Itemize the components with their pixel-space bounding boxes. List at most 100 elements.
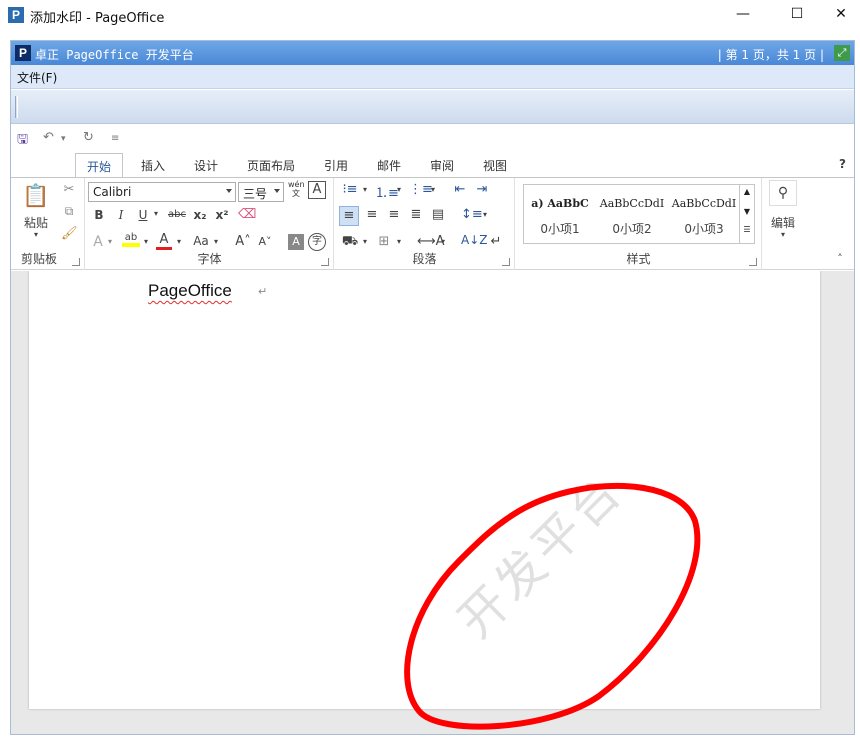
- copy-icon[interactable]: ⧉: [61, 204, 77, 219]
- close-button[interactable]: ✕: [818, 0, 860, 30]
- paragraph-launcher-icon[interactable]: [502, 258, 510, 266]
- highlight-dropdown-icon[interactable]: ▾: [142, 237, 150, 246]
- style-name: 0小项3: [684, 222, 724, 236]
- increase-indent-icon[interactable]: ⇥: [473, 182, 491, 197]
- style-item[interactable]: AaBbCcDdI 0小项3: [668, 185, 740, 243]
- numbering-dropdown-icon[interactable]: ▾: [395, 185, 403, 194]
- phonetic-guide-icon[interactable]: wén文: [288, 180, 305, 198]
- font-color-dropdown-icon[interactable]: ▾: [175, 237, 183, 246]
- pageoffice-frame: P 卓正 PageOffice 开发平台 | 第 1 页，共 1 页 | ⤢ 文…: [10, 40, 855, 735]
- borders-icon[interactable]: ⊞: [375, 234, 393, 249]
- scroll-down-icon[interactable]: ▼: [740, 207, 754, 216]
- document-text[interactable]: PageOffice: [148, 281, 232, 301]
- shading-icon[interactable]: ⛟: [341, 234, 359, 251]
- paste-icon[interactable]: 📋: [21, 184, 51, 210]
- undo-dropdown-icon[interactable]: ▾: [61, 134, 66, 144]
- char-border-icon[interactable]: A: [308, 181, 326, 199]
- highlight-icon[interactable]: ab: [122, 232, 140, 247]
- maximize-button[interactable]: ☐: [774, 0, 820, 30]
- tab-review[interactable]: 审阅: [430, 157, 454, 174]
- bullets-dropdown-icon[interactable]: ▾: [361, 185, 369, 194]
- tab-view[interactable]: 视图: [483, 157, 507, 174]
- enclose-char-icon[interactable]: 字: [308, 233, 326, 251]
- underline-icon[interactable]: U: [136, 208, 150, 222]
- char-spacing-icon[interactable]: ⟷A: [417, 234, 445, 249]
- align-center-icon[interactable]: ≡: [363, 207, 381, 222]
- styles-scrollbar[interactable]: ▲ ▼ ☰: [739, 185, 754, 243]
- change-case-icon[interactable]: Aa: [190, 234, 212, 248]
- italic-icon[interactable]: I: [114, 208, 128, 222]
- cut-icon[interactable]: ✂: [61, 182, 77, 197]
- change-case-dropdown-icon[interactable]: ▾: [212, 237, 220, 246]
- multilevel-dropdown-icon[interactable]: ▾: [429, 185, 437, 194]
- help-button[interactable]: ?: [839, 157, 846, 171]
- styles-gallery: a) AaBbC 0小项1 AaBbCcDdI 0小项2 AaBbCcDdI 0…: [523, 184, 755, 244]
- strikethrough-icon[interactable]: abc: [166, 209, 188, 220]
- font-name-select[interactable]: Calibri: [88, 182, 236, 202]
- align-left-icon[interactable]: ≡: [339, 206, 359, 226]
- superscript-icon[interactable]: x²: [214, 208, 230, 222]
- pageoffice-brand: 卓正 PageOffice 开发平台: [35, 48, 194, 62]
- document-area: PageOffice ↵ 开发平台: [11, 271, 854, 734]
- align-right-icon[interactable]: ≡: [385, 207, 403, 222]
- clear-formatting-icon[interactable]: ⌫: [238, 207, 256, 222]
- save-icon[interactable]: 🖫: [17, 130, 28, 152]
- tab-insert[interactable]: 插入: [141, 157, 165, 174]
- tab-page-layout[interactable]: 页面布局: [247, 157, 295, 174]
- minimize-button[interactable]: —: [720, 0, 766, 30]
- multilevel-list-icon[interactable]: ⋮≡: [409, 182, 433, 197]
- subscript-icon[interactable]: x₂: [192, 208, 208, 222]
- editing-button[interactable]: 编辑: [765, 214, 801, 231]
- undo-icon[interactable]: ↶: [43, 130, 54, 145]
- bullets-icon[interactable]: ⁝≡: [341, 182, 359, 197]
- line-spacing-icon[interactable]: ↕≡: [461, 207, 483, 222]
- clipboard-launcher-icon[interactable]: [72, 258, 80, 266]
- shrink-font-icon[interactable]: A˅: [256, 235, 274, 248]
- sort-icon[interactable]: A↓Z: [461, 233, 487, 247]
- tab-references[interactable]: 引用: [324, 157, 348, 174]
- editing-dropdown-icon[interactable]: ▾: [777, 230, 789, 239]
- decrease-indent-icon[interactable]: ⇤: [451, 182, 469, 197]
- bold-icon[interactable]: B: [92, 208, 106, 222]
- underline-dropdown-icon[interactable]: ▾: [152, 209, 160, 218]
- toolbar-grip-handle[interactable]: [15, 96, 18, 118]
- fullscreen-icon[interactable]: ⤢: [834, 45, 850, 61]
- font-color-icon[interactable]: A: [156, 232, 172, 250]
- grow-font-icon[interactable]: A˄: [234, 234, 252, 249]
- paste-button[interactable]: 粘贴: [19, 214, 53, 231]
- text-effects-icon[interactable]: A: [90, 234, 106, 250]
- numbering-icon[interactable]: ⒈≡: [375, 182, 399, 201]
- group-editing: ⚲ 编辑 ▾: [763, 178, 805, 270]
- style-item[interactable]: a) AaBbC 0小项1: [524, 185, 596, 243]
- group-paragraph: ⁝≡ ▾ ⒈≡ ▾ ⋮≡ ▾ ⇤ ⇥ ≡ ≡ ≡ ≣ ▤ ↕≡ ▾ ⛟ ▾ ⊞ …: [335, 178, 515, 270]
- font-size-select[interactable]: 三号: [238, 182, 284, 202]
- shading-dropdown-icon[interactable]: ▾: [361, 237, 369, 246]
- text-effects-dropdown-icon[interactable]: ▾: [106, 237, 114, 246]
- group-styles: a) AaBbC 0小项1 AaBbCcDdI 0小项2 AaBbCcDdI 0…: [516, 178, 762, 270]
- scroll-up-icon[interactable]: ▲: [740, 187, 754, 196]
- borders-dropdown-icon[interactable]: ▾: [395, 237, 403, 246]
- tab-design[interactable]: 设计: [194, 157, 218, 174]
- paste-dropdown-icon[interactable]: ▾: [29, 230, 43, 239]
- tab-mailings[interactable]: 邮件: [377, 157, 401, 174]
- style-preview: AaBbCcDdI: [599, 197, 665, 210]
- more-styles-icon[interactable]: ☰: [740, 225, 754, 234]
- format-painter-icon[interactable]: 🖌: [61, 226, 78, 241]
- style-item[interactable]: AaBbCcDdI 0小项2: [596, 185, 668, 243]
- pageoffice-toolbar: [11, 90, 854, 124]
- redo-icon[interactable]: ↻: [83, 130, 94, 145]
- justify-icon[interactable]: ≣: [407, 207, 425, 222]
- customize-qat-icon[interactable]: ≡: [111, 133, 119, 144]
- char-spacing-dropdown-icon[interactable]: ▾: [439, 237, 447, 246]
- collapse-ribbon-icon[interactable]: ˄: [834, 252, 846, 265]
- show-marks-icon[interactable]: ↵: [487, 234, 505, 249]
- char-shading-icon[interactable]: A: [288, 234, 304, 250]
- document-page[interactable]: PageOffice ↵ 开发平台: [29, 271, 820, 730]
- line-spacing-dropdown-icon[interactable]: ▾: [481, 210, 489, 219]
- font-launcher-icon[interactable]: [321, 258, 329, 266]
- menu-file[interactable]: 文件(F): [17, 69, 57, 86]
- find-binoculars-icon[interactable]: ⚲: [769, 180, 797, 206]
- styles-launcher-icon[interactable]: [749, 258, 757, 266]
- distributed-icon[interactable]: ▤: [429, 207, 447, 222]
- font-name-value: Calibri: [93, 185, 132, 199]
